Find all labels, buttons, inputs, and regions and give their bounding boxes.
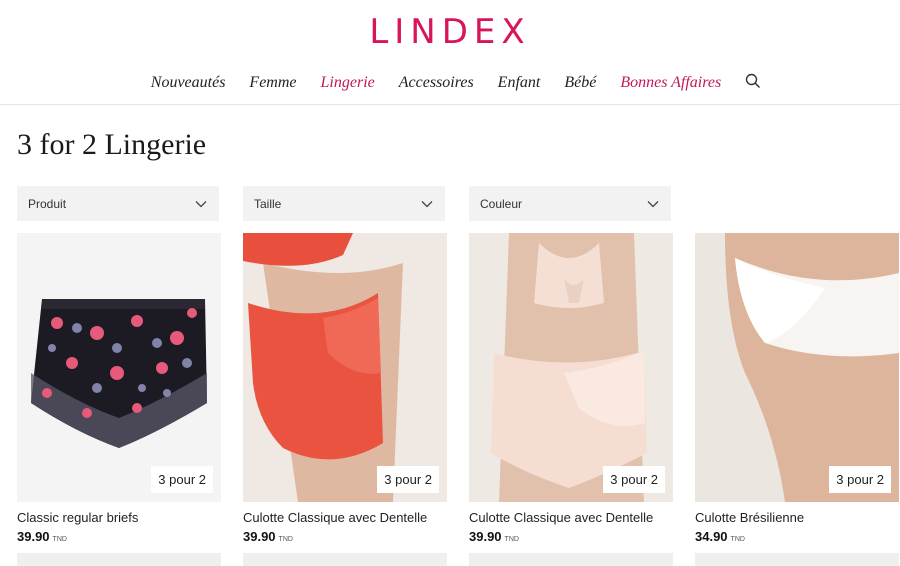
nav-item-bebe[interactable]: Bébé [564, 74, 596, 92]
chevron-down-icon [195, 200, 207, 207]
nude-lace-set-image [491, 233, 647, 502]
floral-briefs-image [31, 299, 207, 448]
product-image[interactable]: 3 pour 2 [17, 233, 221, 502]
nav-item-accessoires[interactable]: Accessoires [399, 74, 474, 92]
promo-badge: 3 pour 2 [829, 466, 891, 493]
nav-item-femme[interactable]: Femme [249, 74, 296, 92]
product-card-next [469, 553, 673, 566]
product-card-next [17, 553, 221, 566]
promo-badge: 3 pour 2 [603, 466, 665, 493]
product-image[interactable]: 3 pour 2 [243, 233, 447, 502]
product-card-next [243, 553, 447, 566]
nav-item-bonnes-affaires[interactable]: Bonnes Affaires [620, 74, 721, 92]
product-price: 34.90 TND [695, 529, 745, 544]
brand-logo[interactable]: LINDEX [0, 12, 900, 52]
product-image[interactable]: 3 pour 2 [469, 233, 673, 502]
product-price: 39.90 TND [243, 529, 293, 544]
product-name[interactable]: Classic regular briefs [17, 510, 221, 525]
chevron-down-icon [647, 200, 659, 207]
filter-couleur[interactable]: Couleur [469, 186, 671, 221]
product-price: 39.90 TND [17, 529, 67, 544]
filter-label: Couleur [480, 196, 523, 211]
header-divider [0, 104, 900, 105]
page-title: 3 for 2 Lingerie [17, 128, 207, 161]
coral-briefs-image [243, 233, 447, 502]
product-name[interactable]: Culotte Classique avec Dentelle [469, 510, 673, 525]
product-image[interactable]: 3 pour 2 [695, 233, 899, 502]
product-card[interactable]: 3 pour 2 Classic regular briefs 39.90 TND [17, 233, 221, 544]
product-card-next [695, 553, 899, 566]
product-card[interactable]: 3 pour 2 Culotte Classique avec Dentelle… [243, 233, 447, 544]
product-card[interactable]: 3 pour 2 Culotte Brésilienne 34.90 TND [695, 233, 899, 544]
main-nav: Nouveautés Femme Lingerie Accessoires En… [0, 73, 900, 92]
filter-taille[interactable]: Taille [243, 186, 445, 221]
product-card[interactable]: 3 pour 2 Culotte Classique avec Dentelle… [469, 233, 673, 544]
chevron-down-icon [421, 200, 433, 207]
filter-label: Taille [254, 196, 282, 211]
product-price: 39.90 TND [469, 529, 519, 544]
nav-item-nouveautes[interactable]: Nouveautés [151, 74, 226, 92]
promo-badge: 3 pour 2 [151, 466, 213, 493]
white-brazilian-image [695, 233, 899, 502]
filter-label: Produit [28, 196, 67, 211]
nav-item-enfant[interactable]: Enfant [498, 74, 541, 92]
filter-produit[interactable]: Produit [17, 186, 219, 221]
nav-item-lingerie[interactable]: Lingerie [321, 74, 375, 92]
product-name[interactable]: Culotte Brésilienne [695, 510, 899, 525]
promo-badge: 3 pour 2 [377, 466, 439, 493]
product-name[interactable]: Culotte Classique avec Dentelle [243, 510, 447, 525]
search-icon[interactable] [745, 73, 761, 89]
